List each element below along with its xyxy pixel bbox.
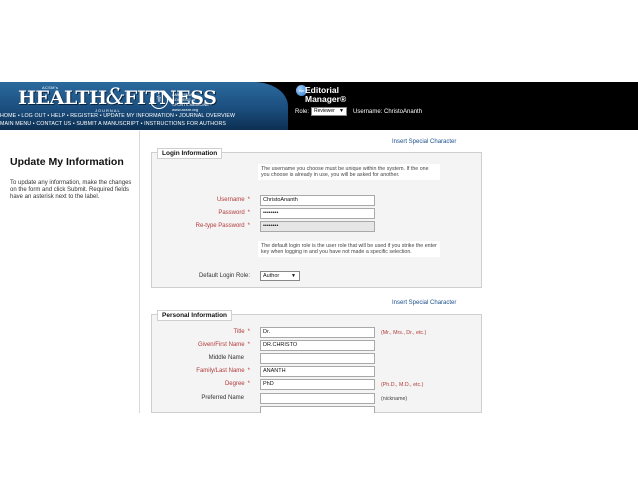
- username-display: Username: ChristoAnanth: [353, 109, 423, 115]
- divider: [139, 131, 140, 413]
- retype-password-label: Re-type Password *: [195, 223, 250, 229]
- nav-link-register[interactable]: REGISTER: [70, 113, 98, 119]
- nav-link-contact-us[interactable]: CONTACT US: [36, 121, 71, 127]
- nav-row-2: MAIN MENU • CONTACT US • SUBMIT A MANUSC…: [0, 121, 226, 127]
- acsm-seal-icon: ⚕: [150, 91, 168, 109]
- degree-hint: (Ph.D., M.D., etc.): [381, 382, 424, 388]
- username-unique-note: The username you choose must be unique w…: [258, 164, 440, 181]
- default-role-note: The default login role is the user role …: [258, 241, 440, 258]
- nav-link-update-my-information[interactable]: UPDATE MY INFORMATION: [103, 113, 174, 119]
- instructions-text: To update any information, make the chan…: [10, 180, 132, 200]
- insert-special-character-link[interactable]: Insert Special Character: [392, 300, 456, 306]
- editorial-manager-logo: Editorial Manager®: [305, 85, 347, 104]
- insert-special-character-link[interactable]: Insert Special Character: [392, 139, 456, 145]
- password-field[interactable]: ••••••••: [260, 208, 375, 219]
- preferred-name-field[interactable]: [260, 393, 375, 404]
- page-title: Update My Information: [10, 156, 124, 168]
- title-hint: (Mr., Mrs., Dr., etc.): [381, 330, 427, 336]
- nav-link-instructions-for-authors[interactable]: INSTRUCTIONS FOR AUTHORS: [144, 121, 226, 127]
- title-label: Title *: [233, 329, 250, 335]
- degree-label: Degree *: [224, 381, 250, 387]
- family-name-label: Family/Last Name *: [196, 368, 250, 374]
- acsm-org-text: AMERICAN COLLEGE of SPORTS MEDICINE · ww…: [172, 92, 212, 112]
- nav-link-journal-overview[interactable]: JOURNAL OVERVIEW: [179, 113, 235, 119]
- preferred-name-label: Preferred Name: [201, 395, 244, 401]
- family-name-field[interactable]: ANANTH: [260, 366, 375, 377]
- next-field-partial[interactable]: [260, 406, 375, 413]
- default-login-role-label: Default Login Role:: [198, 273, 250, 279]
- chevron-down-icon: ▼: [291, 273, 296, 279]
- nav-link-main-menu[interactable]: MAIN MENU: [0, 121, 31, 127]
- title-field[interactable]: Dr.: [260, 327, 375, 338]
- role-select[interactable]: Reviewer ▼: [311, 107, 347, 116]
- default-login-role-select[interactable]: Author ▼: [260, 271, 300, 281]
- nav-row-1: HOME • LOG OUT • HELP • REGISTER • UPDAT…: [0, 113, 235, 119]
- role-label: Role:: [295, 109, 310, 115]
- username-label: Username *: [216, 197, 250, 203]
- nav-link-log-out[interactable]: LOG OUT: [21, 113, 45, 119]
- nav-link-submit-a-manuscript[interactable]: SUBMIT A MANUSCRIPT: [76, 121, 139, 127]
- password-label: Password *: [218, 210, 250, 216]
- preferred-name-hint: (nickname): [381, 396, 408, 402]
- username-field[interactable]: ChristoAnanth: [260, 195, 375, 206]
- middle-name-label: Middle Name: [208, 355, 244, 361]
- journal-banner: ACSM's HEALTH&FITNESS JOURNAL ⚕ AMERICAN…: [0, 82, 288, 130]
- site-header: ACSM's HEALTH&FITNESS JOURNAL ⚕ AMERICAN…: [0, 82, 638, 130]
- middle-name-field[interactable]: [260, 353, 375, 364]
- degree-field[interactable]: PhD: [260, 379, 375, 390]
- nav-link-home[interactable]: HOME: [0, 113, 16, 119]
- login-information-legend: Login Information: [157, 148, 223, 159]
- given-name-label: Given/First Name *: [197, 342, 250, 348]
- chevron-down-icon: ▼: [339, 108, 344, 114]
- nav-link-help[interactable]: HELP: [51, 113, 65, 119]
- retype-password-field[interactable]: ••••••••: [260, 221, 375, 232]
- given-name-field[interactable]: DR.CHRISTO: [260, 340, 375, 351]
- personal-information-legend: Personal Information: [157, 310, 233, 321]
